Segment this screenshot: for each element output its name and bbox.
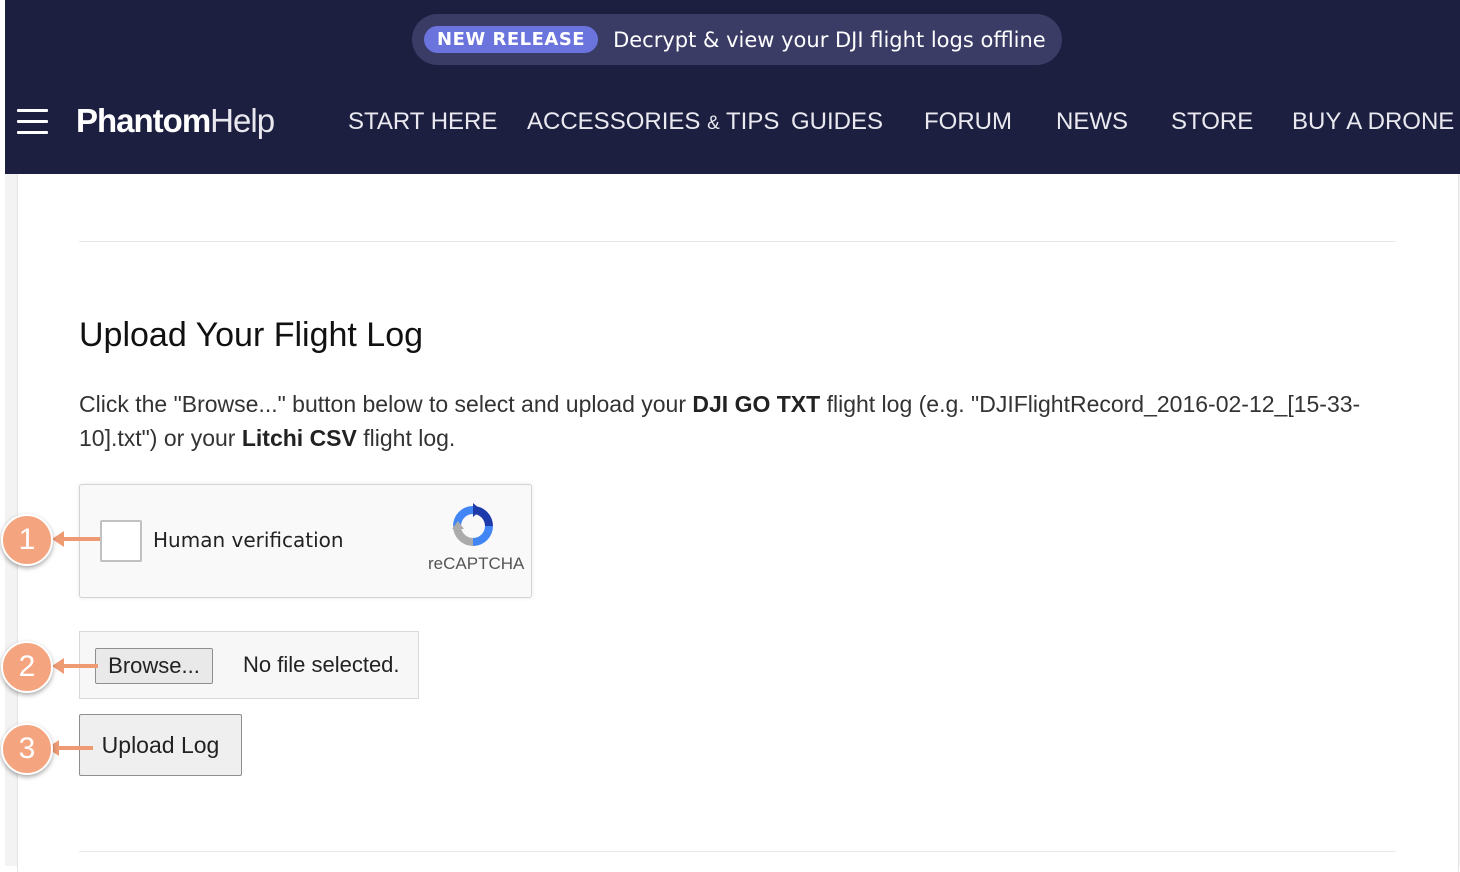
callout-badge-2: 2	[1, 641, 53, 693]
intro-bold-litchi: Litchi CSV	[241, 425, 357, 451]
page-title: Upload Your Flight Log	[79, 316, 424, 354]
site-header: NEW RELEASE Decrypt & view your DJI flig…	[5, 0, 1460, 174]
file-status: No file selected.	[243, 652, 400, 677]
intro-text: Click the "Browse..." button below to se…	[79, 387, 1369, 455]
recaptcha-brand: reCAPTCHA	[428, 554, 525, 573]
recaptcha-checkbox[interactable]	[100, 520, 142, 562]
intro-bold-dji: DJI GO TXT	[692, 391, 821, 417]
intro-part-3: flight log.	[356, 425, 456, 451]
browse-button[interactable]: Browse...	[95, 648, 213, 684]
nav-accessories-tips[interactable]: ACCESSORIES & TIPS	[527, 108, 779, 136]
recaptcha-logo-icon	[452, 503, 493, 546]
nav-buy-a-drone[interactable]: BUY A DRONE	[1292, 108, 1454, 136]
top-divider	[79, 241, 1396, 242]
callout-arrow-2	[52, 658, 98, 674]
callout-badge-3: 3	[1, 723, 53, 775]
callout-badge-1: 1	[1, 514, 53, 566]
recaptcha-label: Human verification	[153, 528, 344, 552]
nav-store[interactable]: STORE	[1171, 108, 1253, 136]
intro-part-1: Click the "Browse..." button below to se…	[79, 391, 693, 417]
bottom-divider	[79, 851, 1396, 852]
main-nav: START HERE ACCESSORIES & TIPS GUIDES FOR…	[5, 108, 1460, 144]
nav-news[interactable]: NEWS	[1056, 108, 1128, 136]
new-release-banner[interactable]: NEW RELEASE Decrypt & view your DJI flig…	[412, 14, 1062, 65]
callout-arrow-1	[52, 531, 100, 547]
upload-log-button[interactable]: Upload Log	[79, 714, 242, 776]
callout-arrow-3	[47, 740, 93, 756]
new-release-text: Decrypt & view your DJI flight logs offl…	[613, 27, 1046, 52]
file-input: Browse... No file selected.	[79, 631, 419, 699]
new-release-badge: NEW RELEASE	[424, 26, 599, 53]
recaptcha-widget: Human verification reCAPTCHA	[79, 484, 532, 598]
nav-accessories-label: ACCESSORIES	[527, 108, 701, 135]
nav-guides[interactable]: GUIDES	[791, 108, 883, 136]
nav-start-here[interactable]: START HERE	[348, 108, 497, 136]
nav-tips-label: TIPS	[725, 108, 780, 135]
nav-forum[interactable]: FORUM	[924, 108, 1012, 136]
nav-amp: &	[707, 113, 720, 134]
